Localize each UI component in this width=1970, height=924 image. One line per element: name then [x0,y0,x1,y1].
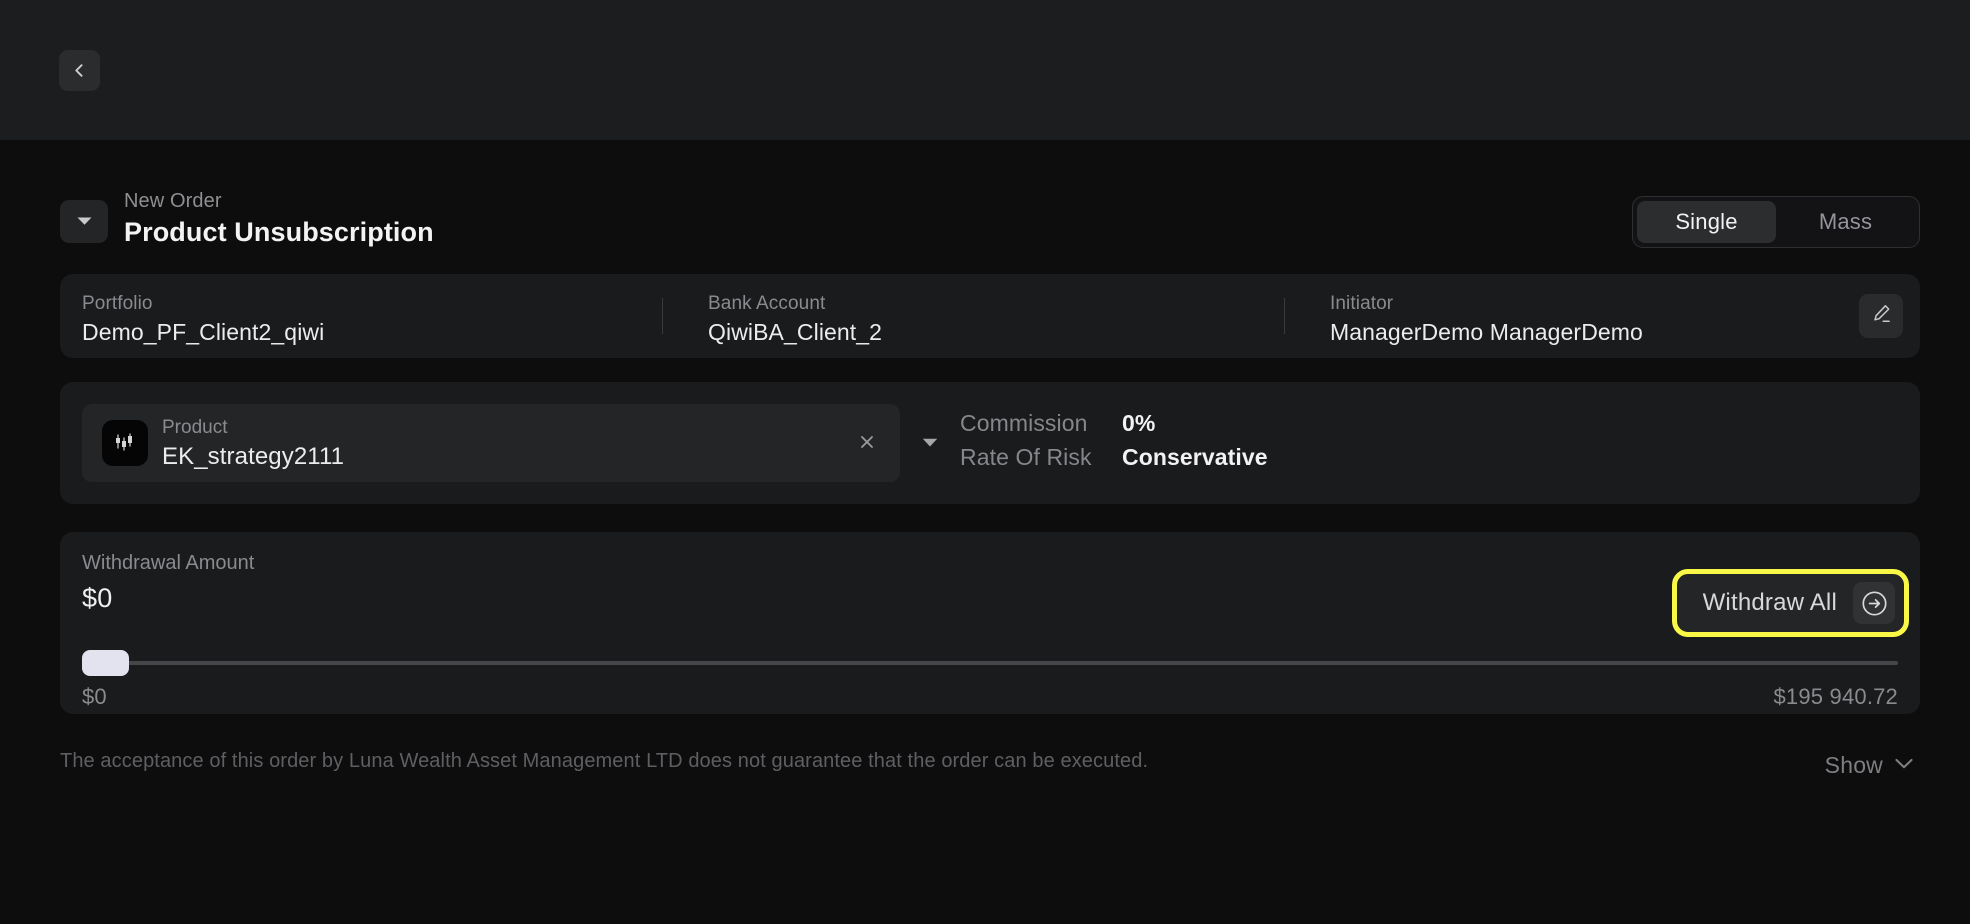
withdrawal-amount-value[interactable]: $0 [82,581,112,616]
account-info-panel: Portfolio Demo_PF_Client2_qiwi Bank Acco… [60,274,1920,358]
product-panel: Product EK_strategy2111 [60,382,1920,504]
chevron-down-icon [1894,757,1914,775]
divider [662,298,663,334]
withdraw-all-button[interactable]: Withdraw All [1677,574,1904,632]
edit-button[interactable] [1859,294,1903,338]
withdrawal-panel: Withdrawal Amount $0 Withdraw All $0 $19… [60,532,1920,714]
tab-mass[interactable]: Mass [1776,201,1915,243]
commission-value: 0% [1122,410,1155,437]
portfolio-label: Portfolio [82,292,324,316]
initiator-field[interactable]: Initiator ManagerDemo ManagerDemo [1330,292,1643,347]
slider-min-label: $0 [82,684,107,710]
show-details-label: Show [1825,752,1883,779]
bank-account-value: QiwiBA_Client_2 [708,317,882,347]
commission-row: Commission 0% [960,410,1268,444]
product-select[interactable]: Product EK_strategy2111 [82,404,900,482]
withdraw-all-label: Withdraw All [1703,589,1837,617]
slider-max-label: $195 940.72 [1773,684,1898,710]
page-body: New Order Product Unsubscription Single … [0,140,1970,924]
product-meta: Commission 0% Rate Of Risk Conservative [960,410,1268,478]
product-value: EK_strategy2111 [162,441,344,472]
bank-account-label: Bank Account [708,292,882,316]
rate-of-risk-label: Rate Of Risk [960,444,1122,471]
tab-single[interactable]: Single [1637,201,1776,243]
initiator-label: Initiator [1330,292,1643,316]
disclaimer-text: The acceptance of this order by Luna Wea… [60,750,1148,773]
top-bar [0,0,1970,140]
bank-account-field[interactable]: Bank Account QiwiBA_Client_2 [708,292,882,347]
product-dropdown-button[interactable] [919,436,941,452]
caret-down-icon [76,213,93,231]
close-icon [859,434,875,455]
slider-track[interactable] [82,661,1898,665]
order-mode-toggle[interactable]: Single Mass [1632,196,1920,248]
back-button[interactable] [59,50,100,91]
chevron-left-icon [71,62,88,79]
product-text-block: Product EK_strategy2111 [162,416,344,472]
order-title-block: New Order Product Unsubscription [124,188,434,249]
pencil-icon [1871,303,1892,329]
rate-of-risk-row: Rate Of Risk Conservative [960,444,1268,478]
strategy-chart-icon [102,420,148,466]
rate-of-risk-value: Conservative [1122,444,1268,471]
collapse-order-button[interactable] [60,200,108,243]
order-header: New Order Product Unsubscription Single … [60,188,1920,254]
arrow-right-circle-icon [1853,582,1895,624]
portfolio-value: Demo_PF_Client2_qiwi [82,317,324,347]
page-title: Product Unsubscription [124,215,434,249]
order-kicker: New Order [124,188,434,214]
portfolio-field[interactable]: Portfolio Demo_PF_Client2_qiwi [82,292,324,347]
app-root: New Order Product Unsubscription Single … [0,0,1970,924]
commission-label: Commission [960,410,1122,437]
withdrawal-amount-label: Withdrawal Amount [82,551,254,576]
withdrawal-slider[interactable] [82,650,1898,676]
initiator-value: ManagerDemo ManagerDemo [1330,317,1643,347]
product-label: Product [162,416,344,440]
slider-thumb[interactable] [82,650,129,676]
show-details-toggle[interactable]: Show [1825,752,1914,779]
clear-product-button[interactable] [854,431,880,457]
divider [1284,298,1285,334]
caret-down-icon [921,435,939,453]
